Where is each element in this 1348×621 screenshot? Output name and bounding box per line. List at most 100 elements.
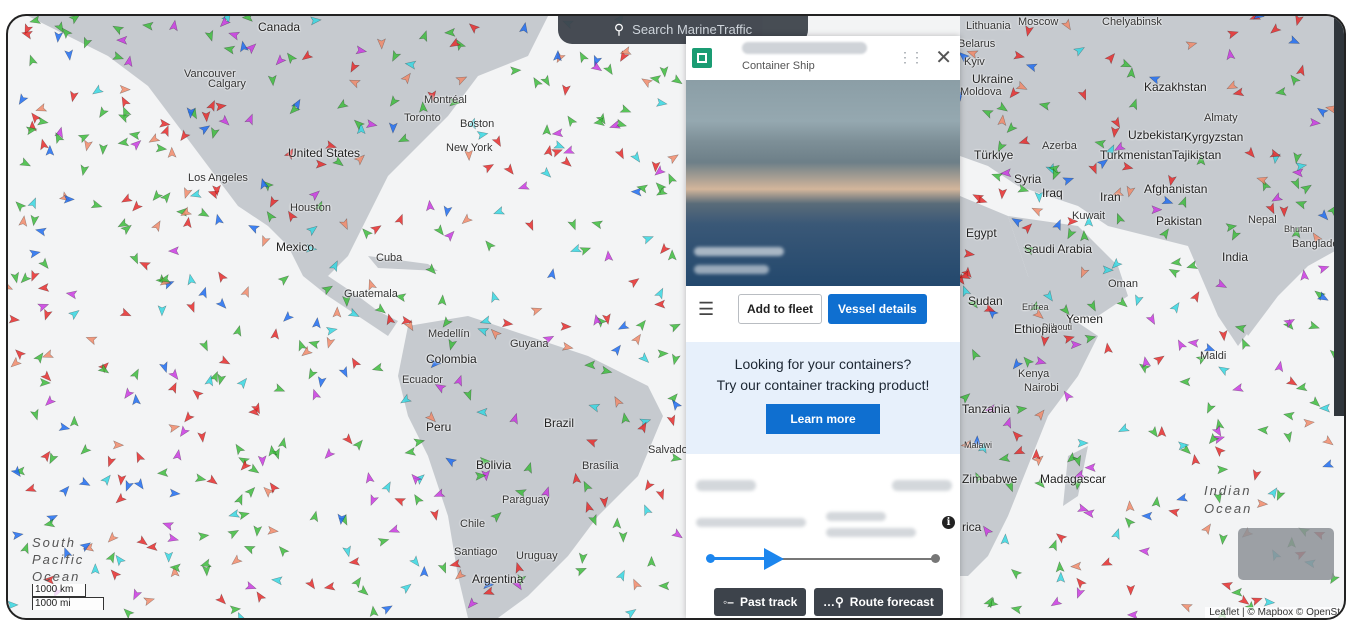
vessel-marker[interactable]: [647, 555, 656, 567]
vessel-marker[interactable]: [332, 306, 342, 318]
vessel-marker[interactable]: [612, 517, 622, 529]
vessel-marker[interactable]: [1317, 263, 1330, 275]
vessel-marker[interactable]: [277, 436, 288, 449]
vessel-marker[interactable]: [29, 248, 41, 259]
vessel-marker[interactable]: [1168, 507, 1180, 518]
vessel-marker[interactable]: [411, 492, 424, 506]
vessel-marker[interactable]: [113, 492, 127, 506]
vessel-marker[interactable]: [270, 328, 280, 340]
vessel-marker[interactable]: [267, 525, 279, 535]
vessel-marker[interactable]: [670, 74, 685, 87]
vessel-marker[interactable]: [1151, 495, 1161, 508]
vessel-marker[interactable]: [254, 590, 267, 604]
vessel-marker[interactable]: [1218, 533, 1228, 546]
vessel-marker[interactable]: [1217, 363, 1231, 377]
vessel-marker[interactable]: [616, 320, 630, 333]
vessel-marker[interactable]: [159, 190, 174, 204]
vessel-marker[interactable]: [18, 215, 28, 227]
vessel-marker[interactable]: [164, 551, 174, 563]
vessel-marker[interactable]: [117, 137, 130, 147]
vessel-marker[interactable]: [30, 214, 40, 227]
vessel-marker[interactable]: [668, 320, 682, 333]
vessel-marker[interactable]: [564, 114, 578, 128]
vessel-marker[interactable]: [610, 343, 623, 357]
vessel-marker[interactable]: [1303, 418, 1315, 428]
vessel-marker[interactable]: [578, 552, 588, 565]
vessel-marker[interactable]: [67, 307, 82, 321]
vessel-marker[interactable]: [393, 495, 407, 507]
vessel-marker[interactable]: [186, 273, 197, 286]
vessel-marker[interactable]: [1285, 376, 1299, 389]
vessel-marker[interactable]: [121, 387, 135, 401]
vessel-marker[interactable]: [530, 305, 543, 317]
vessel-marker[interactable]: [64, 49, 74, 61]
vessel-marker[interactable]: [1307, 320, 1321, 332]
vessel-marker[interactable]: [65, 289, 78, 300]
vessel-marker[interactable]: [342, 545, 353, 558]
vessel-marker[interactable]: [259, 234, 271, 248]
vessel-marker[interactable]: [1117, 423, 1130, 436]
add-to-fleet-button[interactable]: Add to fleet: [738, 294, 822, 324]
vessel-marker[interactable]: [35, 102, 48, 115]
vessel-marker[interactable]: [1212, 444, 1226, 458]
vessel-marker[interactable]: [90, 84, 104, 97]
vessel-marker[interactable]: [501, 318, 514, 328]
vessel-marker[interactable]: [105, 455, 117, 468]
vessel-marker[interactable]: [641, 503, 653, 517]
vessel-marker[interactable]: [351, 575, 364, 589]
vessel-marker[interactable]: [136, 535, 150, 548]
vessel-marker[interactable]: [143, 595, 156, 607]
vessel-marker[interactable]: [1122, 515, 1136, 529]
vessel-marker[interactable]: [667, 249, 677, 261]
vessel-marker[interactable]: [121, 606, 135, 618]
vessel-marker[interactable]: [591, 219, 604, 230]
world-map[interactable]: [8, 16, 1344, 618]
vessel-marker[interactable]: [510, 66, 522, 76]
vessel-marker[interactable]: [197, 431, 207, 443]
vessel-marker[interactable]: [1206, 432, 1220, 446]
drag-handle-icon[interactable]: ⋮⋮: [898, 49, 924, 66]
vessel-marker[interactable]: [28, 269, 40, 282]
vessel-marker[interactable]: [394, 213, 406, 226]
vessel-marker[interactable]: [419, 565, 429, 577]
vessel-marker[interactable]: [348, 556, 361, 566]
vessel-marker[interactable]: [615, 569, 628, 582]
vessel-marker[interactable]: [604, 250, 614, 262]
vessel-marker[interactable]: [1074, 576, 1087, 590]
vessel-marker[interactable]: [1167, 266, 1181, 279]
vessel-marker[interactable]: [90, 199, 103, 211]
vessel-marker[interactable]: [182, 410, 195, 425]
vessel-marker[interactable]: [614, 147, 627, 161]
vessel-marker[interactable]: [590, 61, 604, 74]
vessel-marker[interactable]: [601, 313, 612, 325]
vessel-marker[interactable]: [546, 268, 557, 280]
vessel-marker[interactable]: [43, 395, 57, 409]
vessel-marker[interactable]: [96, 106, 109, 120]
vessel-marker[interactable]: [78, 476, 92, 489]
vessel-marker[interactable]: [665, 172, 678, 186]
vessel-marker[interactable]: [1103, 342, 1114, 355]
vessel-marker[interactable]: [1009, 566, 1023, 580]
vessel-marker[interactable]: [429, 509, 440, 521]
vessel-marker[interactable]: [197, 531, 210, 542]
vessel-marker[interactable]: [236, 376, 250, 390]
vessel-marker[interactable]: [380, 602, 395, 615]
vessel-marker[interactable]: [151, 219, 164, 233]
vessel-marker[interactable]: [1084, 463, 1096, 472]
vessel-marker[interactable]: [68, 90, 79, 103]
vessel-marker[interactable]: [1141, 511, 1153, 521]
vessel-marker[interactable]: [657, 242, 671, 256]
vessel-marker[interactable]: [399, 581, 414, 595]
vessel-marker[interactable]: [1133, 294, 1144, 307]
vessel-marker[interactable]: [19, 157, 33, 170]
vessel-marker[interactable]: [29, 408, 42, 421]
vessel-marker[interactable]: [13, 199, 27, 213]
vessel-marker[interactable]: [1077, 438, 1089, 448]
vessel-marker[interactable]: [8, 600, 19, 610]
vessel-marker[interactable]: [232, 324, 243, 337]
vessel-marker[interactable]: [199, 339, 211, 352]
vessel-marker[interactable]: [311, 316, 321, 329]
vessel-marker[interactable]: [296, 339, 308, 352]
vessel-marker[interactable]: [244, 485, 258, 499]
vessel-marker[interactable]: [150, 189, 164, 203]
